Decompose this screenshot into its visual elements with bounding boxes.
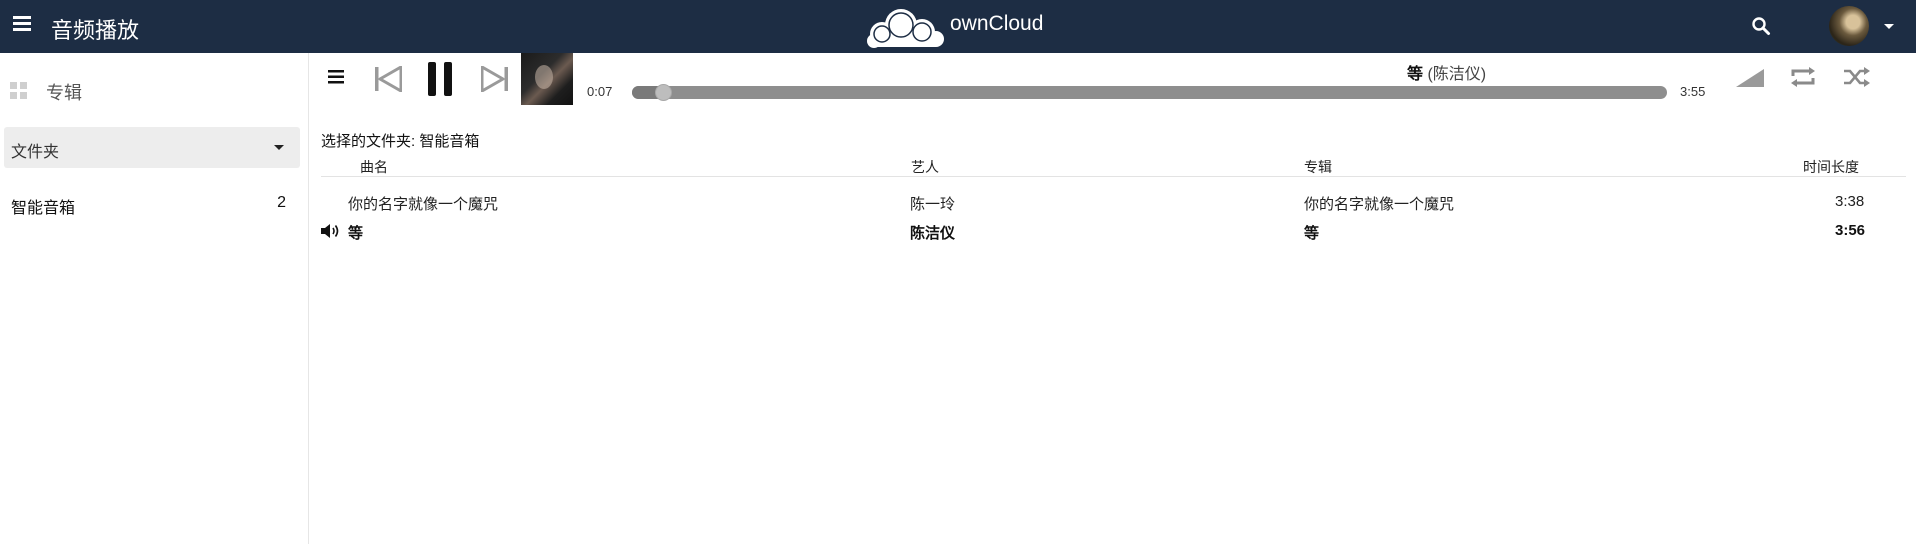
folder-name: 智能音箱 (11, 200, 76, 217)
sidebar-item-albums[interactable]: 专辑 (10, 77, 300, 103)
track-duration: 3:56 (1835, 222, 1866, 239)
hamburger-menu-icon[interactable] (13, 16, 31, 32)
track-artist: 陈洁仪 (910, 225, 956, 242)
total-time: 3:55 (1680, 84, 1706, 99)
playlist-icon[interactable] (328, 69, 344, 85)
repeat-icon[interactable] (1790, 67, 1816, 87)
track-table-header: 曲名 艺人 专辑 时间长度 (321, 157, 1906, 177)
volume-icon[interactable] (1736, 69, 1764, 87)
folder-track-count: 2 (277, 194, 286, 211)
owncloud-logo[interactable] (866, 3, 946, 49)
column-header-album[interactable]: 专辑 (1304, 157, 1332, 177)
now-playing-track: 等 (1407, 66, 1424, 83)
track-album: 等 (1304, 225, 1320, 242)
table-row[interactable]: 你的名字就像一个魔咒 陈一玲 你的名字就像一个魔咒 3:38 (321, 189, 1906, 215)
app-title[interactable]: 音频播放 (51, 13, 139, 45)
column-header-title[interactable]: 曲名 (360, 157, 388, 177)
seek-handle[interactable] (655, 84, 672, 101)
album-cover[interactable] (521, 53, 573, 105)
folder-heading: 选择的文件夹: 智能音箱 (321, 133, 480, 150)
chevron-down-icon[interactable] (1884, 24, 1894, 29)
sidebar: 专辑 文件夹 智能音箱 2 (0, 53, 309, 544)
seek-bar[interactable] (632, 84, 1667, 101)
now-playing-title: 等 (陈洁仪) (1407, 60, 1486, 84)
search-icon[interactable] (1751, 16, 1771, 36)
previous-icon[interactable] (374, 66, 402, 92)
current-time: 0:07 (587, 84, 613, 99)
next-icon[interactable] (481, 66, 509, 92)
chevron-down-icon (274, 145, 284, 150)
track-title: 等 (348, 225, 364, 242)
track-album: 你的名字就像一个魔咒 (1304, 196, 1455, 213)
column-header-artist[interactable]: 艺人 (911, 157, 939, 177)
now-playing-artist: (陈洁仪) (1427, 66, 1487, 83)
column-header-duration[interactable]: 时间长度 (1803, 157, 1859, 177)
track-artist: 陈一玲 (910, 196, 956, 213)
brand-name: ownCloud (950, 12, 1044, 35)
shuffle-icon[interactable] (1844, 67, 1870, 87)
avatar[interactable] (1829, 6, 1869, 46)
track-title: 你的名字就像一个魔咒 (348, 196, 499, 213)
folder-view-select[interactable]: 文件夹 (4, 127, 300, 168)
speaker-icon (321, 224, 339, 238)
sidebar-item-folder[interactable]: 智能音箱 2 (0, 189, 300, 219)
track-duration: 3:38 (1835, 193, 1865, 210)
pause-icon[interactable] (426, 62, 454, 96)
grid-icon (10, 82, 28, 100)
table-row[interactable]: 等 陈洁仪 等 3:56 (321, 218, 1906, 244)
top-bar: 音频播放 ownCloud (0, 0, 1916, 53)
player-bar: 等 (陈洁仪) 0:07 3:55 (310, 53, 1916, 109)
folder-select-value: 文件夹 (11, 144, 60, 161)
sidebar-item-label: 专辑 (46, 83, 82, 103)
